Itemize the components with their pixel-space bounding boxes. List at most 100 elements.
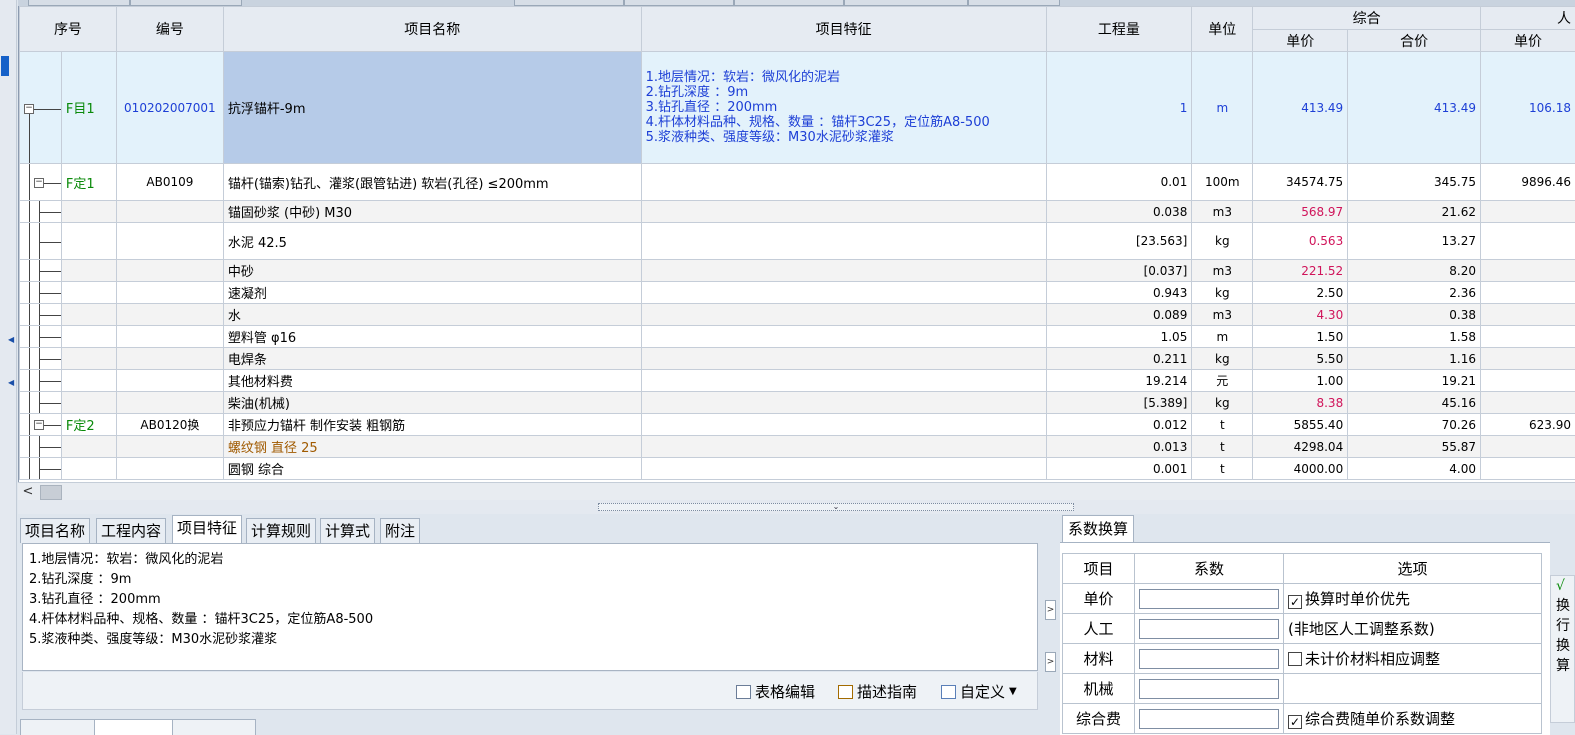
col-header-comp-unit-price[interactable]: 单价: [1253, 30, 1348, 52]
panel-splitter[interactable]: ⌄: [18, 500, 1575, 514]
row-name[interactable]: 圆钢 综合: [223, 458, 641, 480]
col-header-seq[interactable]: 序号: [20, 7, 117, 52]
col-header-feature[interactable]: 项目特征: [641, 7, 1046, 52]
row-feature[interactable]: [641, 436, 1046, 458]
table-edit-button[interactable]: 表格编辑: [736, 681, 815, 702]
row-feature[interactable]: [641, 458, 1046, 480]
table-row-quota[interactable]: −F定2AB0120换非预应力锚杆 制作安装 粗钢筋0.012t5855.407…: [20, 414, 1575, 436]
horizontal-scrollbar[interactable]: <: [18, 482, 1575, 501]
row-feature[interactable]: [641, 348, 1046, 370]
row-name[interactable]: 中砂: [223, 260, 641, 282]
row-quantity[interactable]: 19.214: [1046, 370, 1192, 392]
tab-item-feature[interactable]: 项目特征: [172, 515, 242, 544]
collapse-arrow-icon[interactable]: ◀: [8, 335, 14, 344]
row-quantity[interactable]: [5.389]: [1046, 392, 1192, 414]
col-header-unit[interactable]: 单位: [1192, 7, 1253, 52]
table-row-item[interactable]: − F目1 010202007001 抗浮锚杆-9m 1.地层情况：软岩：微风化…: [20, 52, 1575, 164]
row-quantity[interactable]: 0.211: [1046, 348, 1192, 370]
row-quantity[interactable]: 1.05: [1046, 326, 1192, 348]
row-feature[interactable]: [641, 223, 1046, 260]
row-feature[interactable]: [641, 282, 1046, 304]
coef-input[interactable]: [1139, 589, 1279, 609]
coef-input[interactable]: [1139, 679, 1279, 699]
row-name[interactable]: 其他材料费: [223, 370, 641, 392]
item-quantity[interactable]: 1: [1046, 52, 1192, 164]
col-header-comp-total[interactable]: 合价: [1348, 30, 1481, 52]
tab-item-name[interactable]: 项目名称: [20, 518, 90, 543]
row-feature[interactable]: [641, 260, 1046, 282]
row-name[interactable]: 水: [223, 304, 641, 326]
guide-button[interactable]: 描述指南: [838, 681, 917, 702]
coef-option-cell[interactable]: [1284, 674, 1542, 704]
table-row-material[interactable]: 电焊条0.211kg5.501.16: [20, 348, 1575, 370]
tab-work-content[interactable]: 工程内容: [96, 518, 166, 543]
row-name[interactable]: 非预应力锚杆 制作安装 粗钢筋: [223, 414, 641, 436]
row-quantity[interactable]: 0.012: [1046, 414, 1192, 436]
row-feature[interactable]: [641, 370, 1046, 392]
row-feature[interactable]: [641, 392, 1046, 414]
table-row-material[interactable]: 中砂[0.037]m3221.528.20: [20, 260, 1575, 282]
option-checkbox[interactable]: [1288, 652, 1302, 666]
scroll-left-icon[interactable]: <: [20, 484, 36, 499]
coef-option-cell[interactable]: ✓综合费随单价系数调整: [1284, 704, 1542, 734]
row-quantity[interactable]: 0.013: [1046, 436, 1192, 458]
dock-marker[interactable]: [1, 56, 9, 76]
row-name[interactable]: 锚固砂浆 (中砂) M30: [223, 201, 641, 223]
bottom-tab[interactable]: [20, 719, 98, 735]
coef-input[interactable]: [1139, 649, 1279, 669]
collapse-tree-icon[interactable]: −: [34, 420, 44, 430]
coef-option-cell[interactable]: ✓换算时单价优先: [1284, 584, 1542, 614]
col-header-quantity[interactable]: 工程量: [1046, 7, 1192, 52]
feature-textarea[interactable]: 1.地层情况：软岩：微风化的泥岩 2.钻孔深度 ：9m 3.钻孔直径 ：200m…: [22, 543, 1038, 671]
col-header-name[interactable]: 项目名称: [223, 7, 641, 52]
row-quantity[interactable]: [0.037]: [1046, 260, 1192, 282]
row-feature[interactable]: [641, 304, 1046, 326]
table-row-material[interactable]: 速凝剂0.943kg2.502.36: [20, 282, 1575, 304]
collapse-arrow-icon[interactable]: ◀: [8, 378, 14, 387]
row-name[interactable]: 柴油(机械): [223, 392, 641, 414]
col-header-labor-unit-price[interactable]: 单价: [1481, 30, 1575, 52]
row-quantity[interactable]: 0.943: [1046, 282, 1192, 304]
row-name[interactable]: 锚杆(锚索)钻孔、灌浆(跟管钻进) 软岩(孔径) ≤200mm: [223, 164, 641, 201]
col-header-labor[interactable]: 人: [1481, 7, 1575, 30]
row-quantity[interactable]: 0.01: [1046, 164, 1192, 201]
bottom-tab[interactable]: [172, 719, 256, 735]
tab-coef-conversion[interactable]: 系数换算: [1062, 515, 1134, 543]
coef-input[interactable]: [1139, 619, 1279, 639]
col-header-comprehensive[interactable]: 综合: [1253, 7, 1481, 30]
expand-right-icon[interactable]: >: [1045, 600, 1056, 620]
expand-right-icon[interactable]: >: [1045, 652, 1056, 672]
row-quantity[interactable]: 0.038: [1046, 201, 1192, 223]
bottom-tab[interactable]: [94, 719, 176, 735]
table-row-material[interactable]: 水0.089m34.300.38: [20, 304, 1575, 326]
splitter-grip-icon[interactable]: ⌄: [598, 503, 1074, 511]
row-quantity[interactable]: 0.001: [1046, 458, 1192, 480]
table-row-material[interactable]: 螺纹钢 直径 250.013t4298.0455.87: [20, 436, 1575, 458]
custom-button[interactable]: 自定义 ▼: [941, 681, 1017, 702]
collapse-tree-icon[interactable]: −: [24, 104, 34, 114]
item-name-cell[interactable]: 抗浮锚杆-9m: [223, 52, 641, 164]
row-feature[interactable]: [641, 201, 1046, 223]
coef-option-cell[interactable]: 未计价材料相应调整: [1284, 644, 1542, 674]
option-checkbox[interactable]: ✓: [1288, 715, 1302, 729]
tab-notes[interactable]: 附注: [380, 518, 420, 543]
scroll-thumb[interactable]: [40, 485, 62, 500]
item-feature-cell[interactable]: 1.地层情况：软岩：微风化的泥岩 2.钻孔深度 ：9m 3.钻孔直径 ：200m…: [641, 52, 1046, 164]
row-feature[interactable]: [641, 326, 1046, 348]
tab-calc-rule[interactable]: 计算规则: [246, 518, 316, 543]
tab-formula[interactable]: 计算式: [320, 518, 375, 543]
row-name[interactable]: 螺纹钢 直径 25: [223, 436, 641, 458]
row-feature[interactable]: [641, 414, 1046, 436]
table-row-material[interactable]: 锚固砂浆 (中砂) M300.038m3568.9721.62: [20, 201, 1575, 223]
bill-grid[interactable]: 序号 编号 项目名称 项目特征 工程量 单位 综合 人 单价 合价 单价 −: [18, 6, 1575, 482]
table-row-quota[interactable]: −F定1AB0109锚杆(锚索)钻孔、灌浆(跟管钻进) 软岩(孔径) ≤200m…: [20, 164, 1575, 201]
row-name[interactable]: 速凝剂: [223, 282, 641, 304]
row-name[interactable]: 水泥 42.5: [223, 223, 641, 260]
coef-input[interactable]: [1139, 709, 1279, 729]
row-quantity[interactable]: 0.089: [1046, 304, 1192, 326]
table-row-material[interactable]: 其他材料费19.214元1.0019.21: [20, 370, 1575, 392]
table-row-material[interactable]: 塑料管 φ161.05m1.501.58: [20, 326, 1575, 348]
row-feature[interactable]: [641, 164, 1046, 201]
option-checkbox[interactable]: ✓: [1288, 595, 1302, 609]
item-unit[interactable]: m: [1192, 52, 1253, 164]
